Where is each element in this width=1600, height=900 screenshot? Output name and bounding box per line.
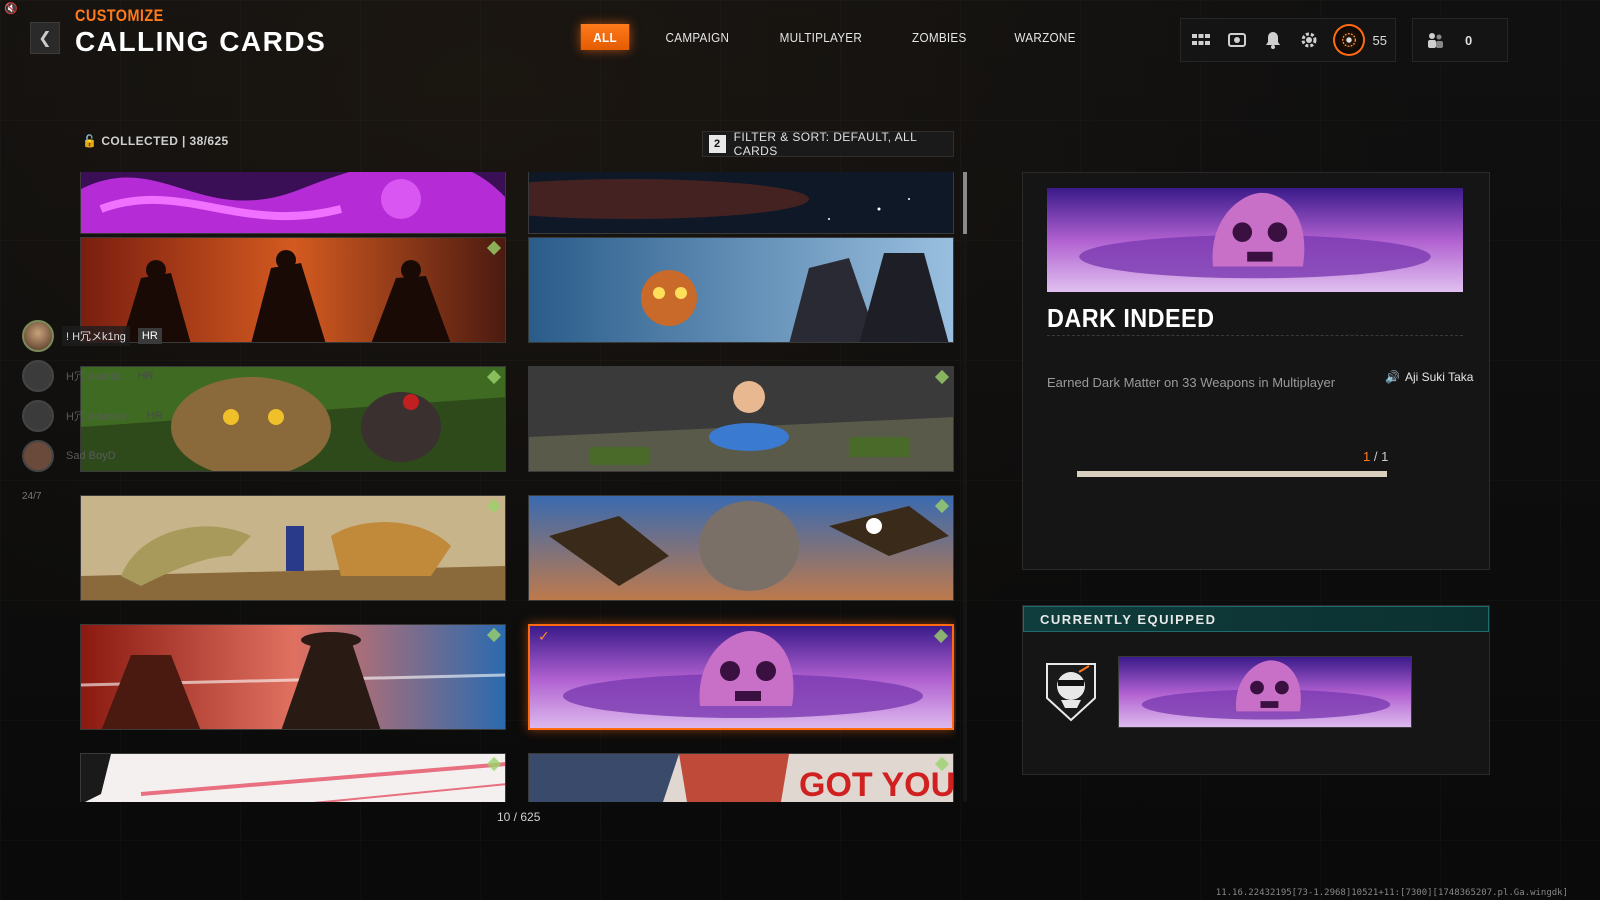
status-row: 24/7 xyxy=(22,476,167,516)
card-art xyxy=(529,367,953,471)
nav-tabs: ALL CAMPAIGN MULTIPLAYER ZOMBIES WARZONE xyxy=(578,24,1091,50)
card-art xyxy=(529,238,953,342)
apps-grid-icon[interactable] xyxy=(1189,28,1213,52)
snow-zombie-card[interactable] xyxy=(528,237,954,343)
card-comic-text: GOT YOUR xyxy=(799,766,954,802)
key-hint: 2 xyxy=(709,135,726,153)
purple-tentacle-card[interactable] xyxy=(80,172,506,234)
avatar xyxy=(22,400,54,432)
avatar xyxy=(22,440,54,472)
progress-label: 1 / 1 xyxy=(1363,449,1388,464)
equipped-header: CURRENTLY EQUIPPED xyxy=(1023,606,1489,632)
rank-level: 55 xyxy=(1372,32,1387,48)
settings-gear-icon[interactable] xyxy=(1297,28,1321,52)
page-counter: 10 / 625 xyxy=(497,810,541,824)
card-art xyxy=(529,172,953,233)
currently-equipped-panel: CURRENTLY EQUIPPED xyxy=(1022,605,1490,775)
cereal-kid-card[interactable] xyxy=(528,366,954,472)
progress-current: 1 xyxy=(1363,449,1371,464)
speaker-icon: 🔊 xyxy=(1385,370,1400,384)
status-247: 24/7 xyxy=(22,490,42,502)
equipped-calling-card[interactable] xyxy=(1118,656,1412,728)
divider xyxy=(1047,335,1463,336)
clan-tag: HR xyxy=(146,410,163,422)
artist-name: Aji Suki Taka xyxy=(1404,370,1474,384)
player-name: Sad BoyD xyxy=(66,450,116,462)
scrollbar-thumb[interactable] xyxy=(963,172,967,234)
card-art xyxy=(1047,188,1463,292)
player-name: H冗メsmitz xyxy=(66,371,122,383)
dark-indeed-card[interactable]: ✓ xyxy=(528,624,954,730)
avatar xyxy=(22,360,54,392)
lock-icon: 🔓 xyxy=(82,134,98,148)
page-title: CALLING CARDS xyxy=(75,26,327,57)
party-member[interactable]: Sad BoyD xyxy=(22,436,167,476)
artist-credit: 🔊 Aji Suki Taka xyxy=(1385,370,1473,384)
night-sky-card[interactable] xyxy=(528,172,954,234)
card-title: DARK INDEED xyxy=(1047,303,1215,333)
detail-card-preview xyxy=(1047,188,1463,292)
collected-count: 🔓 COLLECTED | 38/625 xyxy=(82,134,229,148)
white-splatter-card[interactable] xyxy=(80,753,506,802)
card-art xyxy=(81,172,505,233)
grid-scrollbar[interactable] xyxy=(963,172,967,802)
eagles-rock-golem-card[interactable] xyxy=(528,495,954,601)
rank-badge-icon[interactable] xyxy=(1332,24,1365,56)
player-name: H冗メAmaan xyxy=(66,411,131,423)
card-art xyxy=(81,754,505,802)
card-art xyxy=(81,625,505,729)
progress-total: / 1 xyxy=(1373,449,1389,464)
card-art xyxy=(1119,657,1411,727)
card-detail-panel: DARK INDEED Earned Dark Matter on 33 Wea… xyxy=(1022,172,1490,570)
clan-tag: HR xyxy=(137,328,162,344)
collected-label: COLLECTED | 38/625 xyxy=(101,134,229,148)
player-name: ! H冗メk1ng xyxy=(62,326,130,346)
breadcrumb: CUSTOMIZE xyxy=(75,6,164,25)
friends-icon xyxy=(1423,28,1447,52)
card-art xyxy=(530,626,952,728)
party-member[interactable]: ! H冗メk1ng HR xyxy=(22,316,167,356)
tab-multiplayer[interactable]: MULTIPLAYER xyxy=(769,24,873,50)
calling-card-grid: ✓ GOT YOUR xyxy=(80,172,956,802)
party-sidebar: ! H冗メk1ng HR H冗メsmitz HR H冗メAmaan HR Sad… xyxy=(22,316,167,516)
card-art xyxy=(529,496,953,600)
top-icon-bar: 55 xyxy=(1180,18,1396,62)
clan-tag: HR xyxy=(137,370,154,382)
filter-label: FILTER & SORT: DEFAULT, ALL CARDS xyxy=(733,130,917,158)
mute-icon: 🔇 xyxy=(4,3,18,15)
friends-panel[interactable]: 0 xyxy=(1412,18,1508,62)
tab-warzone[interactable]: WARZONE xyxy=(1004,24,1087,50)
theater-icon[interactable] xyxy=(1225,28,1249,52)
party-member[interactable]: H冗メsmitz HR xyxy=(22,356,167,396)
progress-fill xyxy=(1077,471,1387,477)
party-member[interactable]: H冗メAmaan HR xyxy=(22,396,167,436)
tab-campaign[interactable]: CAMPAIGN xyxy=(655,24,740,50)
avatar xyxy=(22,320,54,352)
friends-count: 0 xyxy=(1465,32,1473,48)
build-info: 11.16.22432195[73-1.2968]10521+11:[7300]… xyxy=(1215,888,1568,898)
back-button[interactable]: ❮ xyxy=(30,22,60,54)
card-art: GOT YOUR xyxy=(529,754,954,802)
equipped-check-icon: ✓ xyxy=(538,628,550,644)
filter-sort-button[interactable]: 2 FILTER & SORT: DEFAULT, ALL CARDS xyxy=(702,130,954,158)
card-description: Earned Dark Matter on 33 Weapons in Mult… xyxy=(1047,375,1336,390)
tab-zombies[interactable]: ZOMBIES xyxy=(901,24,977,50)
gunslinger-card[interactable] xyxy=(80,624,506,730)
progress-bar xyxy=(1077,471,1387,477)
tab-all[interactable]: ALL xyxy=(580,24,630,50)
skull-emblem-icon xyxy=(1043,658,1099,724)
notification-bell-icon[interactable] xyxy=(1261,28,1285,52)
got-your-card[interactable]: GOT YOUR xyxy=(528,753,954,802)
